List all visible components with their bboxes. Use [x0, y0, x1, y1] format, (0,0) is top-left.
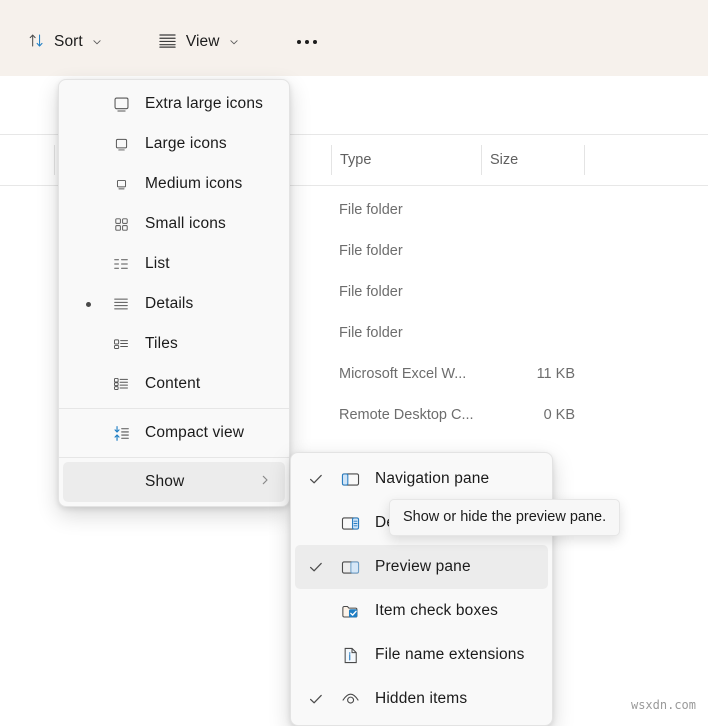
submenu-item-label: Navigation pane — [375, 470, 490, 487]
view-button[interactable]: View — [148, 26, 249, 58]
file-extension-icon — [339, 644, 361, 666]
menu-item-small-icons[interactable]: Small icons — [63, 204, 285, 244]
column-divider[interactable] — [584, 145, 585, 175]
details-lines-icon — [111, 294, 131, 314]
details-pane-icon — [339, 512, 361, 534]
item-check-boxes-icon — [339, 600, 361, 622]
menu-item-extra-large-icons[interactable]: Extra large icons — [63, 84, 285, 124]
column-divider[interactable] — [54, 145, 55, 175]
view-lines-icon — [158, 32, 177, 53]
view-dropdown-menu: Extra large icons Large icons Medium ico… — [58, 79, 290, 507]
cell-type: File folder — [339, 325, 403, 341]
chevron-right-icon — [259, 473, 271, 491]
checkmark-icon — [308, 691, 324, 707]
cell-type: File folder — [339, 202, 403, 218]
preview-pane-icon — [339, 556, 361, 578]
menu-item-large-icons[interactable]: Large icons — [63, 124, 285, 164]
menu-item-content[interactable]: Content — [63, 364, 285, 404]
cell-type: Microsoft Excel W... — [339, 366, 467, 382]
menu-item-medium-icons[interactable]: Medium icons — [63, 164, 285, 204]
chevron-down-icon — [229, 37, 239, 47]
preview-pane-tooltip: Show or hide the preview pane. — [389, 499, 621, 536]
submenu-item-label: File name extensions — [375, 646, 525, 663]
menu-separator — [59, 408, 289, 409]
monitor-large-icon — [111, 134, 131, 154]
sort-button[interactable]: Sort — [18, 26, 112, 58]
compact-view-icon — [111, 423, 131, 443]
show-submenu: Navigation pane Details pane Pre — [290, 452, 553, 726]
checkmark-icon — [308, 471, 324, 487]
list-icon — [111, 254, 131, 274]
command-bar: Sort View — [0, 0, 708, 76]
submenu-item-hidden-items[interactable]: Hidden items — [295, 677, 548, 721]
submenu-item-file-name-extensions[interactable]: File name extensions — [295, 633, 548, 677]
monitor-xlarge-icon — [111, 94, 131, 114]
menu-item-details[interactable]: Details — [63, 284, 285, 324]
menu-separator — [59, 457, 289, 458]
menu-item-tiles[interactable]: Tiles — [63, 324, 285, 364]
menu-item-list[interactable]: List — [63, 244, 285, 284]
cell-size: 0 KB — [543, 407, 575, 423]
hidden-items-eye-icon — [339, 688, 361, 710]
submenu-item-item-check-boxes[interactable]: Item check boxes — [295, 589, 548, 633]
column-header-type[interactable]: Type — [340, 152, 371, 168]
grid-small-icons-icon — [111, 214, 131, 234]
tiles-icon — [111, 334, 131, 354]
cell-type: Remote Desktop C... — [339, 407, 474, 423]
more-ellipsis-icon[interactable] — [285, 26, 329, 58]
checkmark-icon — [308, 559, 324, 575]
monitor-medium-icon — [111, 174, 131, 194]
submenu-item-navigation-pane[interactable]: Navigation pane — [295, 457, 548, 501]
menu-item-compact-view[interactable]: Compact view — [63, 413, 285, 453]
submenu-item-label: Item check boxes — [375, 602, 499, 619]
cell-type: File folder — [339, 243, 403, 259]
menu-item-show[interactable]: Show — [63, 462, 285, 502]
cell-type: File folder — [339, 284, 403, 300]
cell-size: 11 KB — [536, 366, 575, 382]
content-icon — [111, 374, 131, 394]
sort-arrows-icon — [28, 32, 45, 53]
column-header-size[interactable]: Size — [490, 152, 518, 168]
sort-button-label: Sort — [54, 33, 83, 50]
column-divider[interactable] — [331, 145, 332, 175]
view-button-label: View — [185, 33, 220, 50]
column-divider[interactable] — [481, 145, 482, 175]
watermark: wsxdn.com — [630, 698, 696, 712]
menu-item-label: Show — [145, 473, 185, 490]
chevron-down-icon — [92, 37, 102, 47]
navigation-pane-icon — [339, 468, 361, 490]
submenu-item-preview-pane[interactable]: Preview pane — [295, 545, 548, 589]
